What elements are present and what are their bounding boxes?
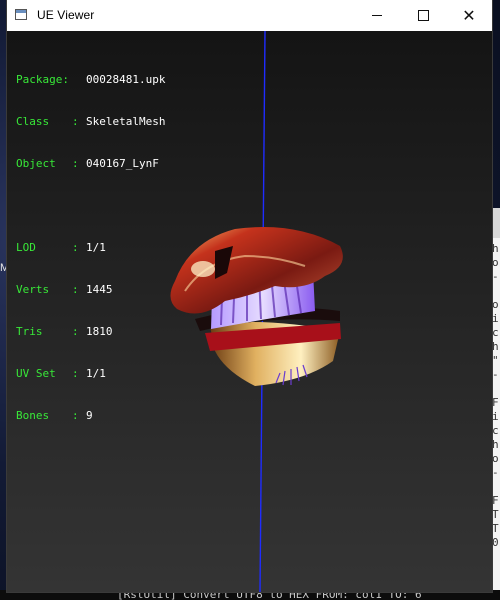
object-value: 040167_LynF	[86, 157, 159, 170]
close-icon: ✕	[462, 7, 476, 25]
separator: :	[72, 115, 79, 128]
tris-value: 1810	[86, 325, 113, 338]
separator: :	[72, 325, 79, 338]
separator: :	[72, 157, 79, 170]
minimize-button[interactable]	[354, 0, 400, 31]
minimize-icon	[372, 15, 382, 16]
close-button[interactable]: ✕	[446, 0, 492, 31]
verts-label: Verts	[16, 283, 50, 296]
title-bar[interactable]: UE Viewer ✕	[7, 0, 492, 31]
lod-value: 1/1	[86, 241, 106, 254]
bones-label: Bones	[16, 409, 50, 422]
lod-label: LOD	[16, 241, 36, 254]
console-text: h o - o i c h " - F i c h o - F T T 0	[492, 242, 499, 549]
tris-label: Tris	[16, 325, 43, 338]
app-window-icon	[15, 9, 27, 20]
object-label: Object	[16, 157, 56, 170]
bones-value: 9	[86, 409, 93, 422]
uvset-value: 1/1	[86, 367, 106, 380]
separator: :	[72, 409, 79, 422]
mesh-info-panel: Package: 00028481.upk Class: SkeletalMesh …	[16, 45, 165, 451]
class-value: SkeletalMesh	[86, 115, 166, 128]
separator: :	[72, 283, 79, 296]
helmet-mesh[interactable]	[155, 221, 355, 391]
uvset-label: UV Set	[16, 367, 56, 380]
ue-viewer-window: UE Viewer ✕ Package: 00028481.upk Class: S…	[7, 0, 492, 592]
maximize-button[interactable]	[400, 0, 446, 31]
window-title: UE Viewer	[37, 8, 95, 22]
3d-viewport[interactable]: Package: 00028481.upk Class: SkeletalMesh …	[7, 31, 492, 592]
class-label: Class	[16, 115, 50, 128]
package-label: Package:	[16, 73, 69, 86]
package-value: 00028481.upk	[86, 73, 166, 86]
separator: :	[72, 367, 79, 380]
verts-value: 1445	[86, 283, 113, 296]
maximize-icon	[417, 10, 429, 21]
separator: :	[72, 241, 79, 254]
